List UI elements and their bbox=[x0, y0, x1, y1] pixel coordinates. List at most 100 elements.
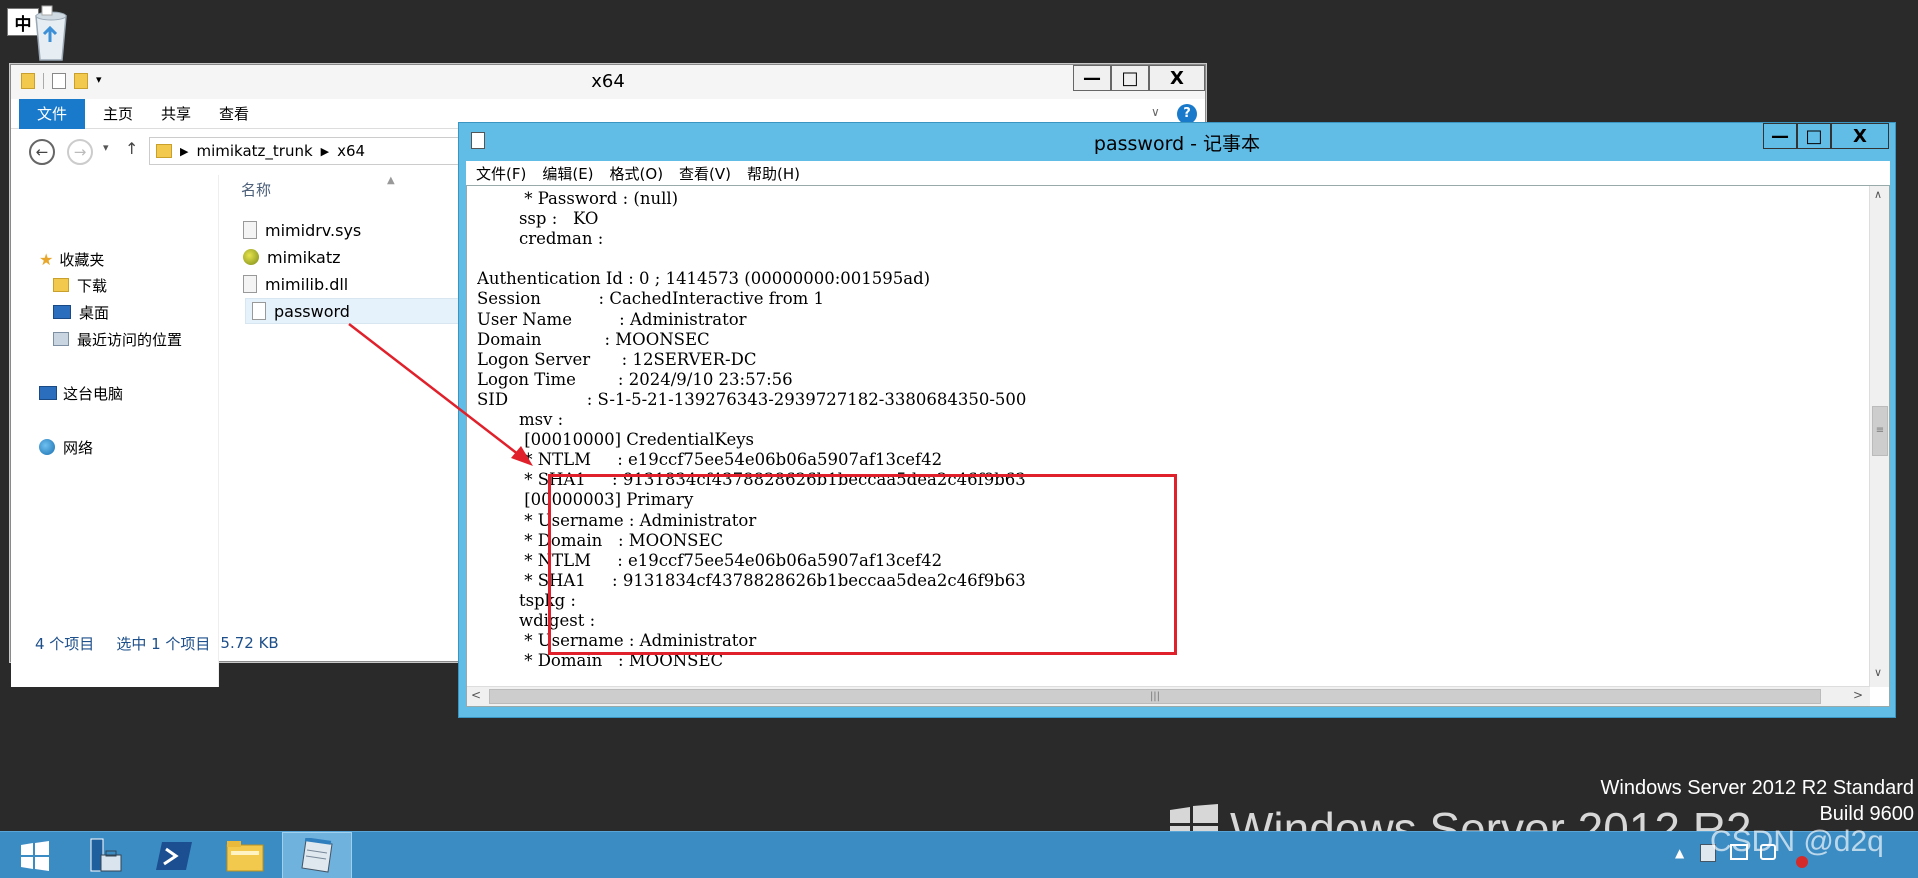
maximize-button[interactable]: □ bbox=[1797, 123, 1831, 149]
menu-file[interactable]: 文件(F) bbox=[476, 163, 526, 184]
text-line: * Password : (null) bbox=[477, 189, 679, 208]
text-line: ssp : KO bbox=[477, 209, 599, 229]
minimize-button[interactable]: — bbox=[1073, 65, 1111, 91]
forward-button[interactable]: → bbox=[67, 139, 93, 165]
scroll-down-icon[interactable]: ∨ bbox=[1874, 666, 1882, 679]
ribbon-expand-icon[interactable]: ∨ bbox=[1151, 105, 1160, 119]
menu-view[interactable]: 查看(V) bbox=[679, 163, 731, 184]
scroll-thumb[interactable]: ||| bbox=[489, 689, 1821, 704]
recent-locations-icon[interactable]: ▾ bbox=[103, 141, 109, 154]
status-selection: 选中 1 个项目 bbox=[116, 634, 211, 653]
tab-view[interactable]: 查看 bbox=[207, 99, 261, 129]
nav-label: 桌面 bbox=[79, 303, 110, 322]
annotation-arrow bbox=[348, 323, 533, 466]
start-icon bbox=[21, 840, 49, 871]
nav-label: 收藏夹 bbox=[59, 250, 105, 269]
text-line: Logon Server : 12SERVER-DC bbox=[477, 349, 757, 369]
notepad-icon bbox=[301, 837, 333, 873]
menu-help[interactable]: 帮助(H) bbox=[747, 163, 800, 184]
nav-this-pc[interactable]: 这台电脑 bbox=[39, 381, 123, 405]
mimikatz-exe-icon bbox=[243, 249, 259, 265]
csdn-watermark: CSDN @d2q bbox=[1710, 825, 1884, 858]
taskbar-server-manager[interactable] bbox=[70, 832, 140, 878]
start-button[interactable] bbox=[0, 832, 70, 878]
edition-text: Windows Server 2012 R2 Standard bbox=[1600, 777, 1915, 799]
scroll-up-icon[interactable]: ∧ bbox=[1874, 188, 1882, 201]
text-line: User Name : Administrator bbox=[477, 309, 747, 329]
server-manager-icon bbox=[90, 838, 122, 871]
recycle-bin-icon[interactable] bbox=[30, 4, 72, 62]
navigation-pane: ★ 收藏夹 下载 桌面 最近访问的位置 这台电脑 网络 bbox=[11, 175, 219, 687]
taskbar-powershell[interactable] bbox=[140, 832, 210, 878]
list-item[interactable]: mimikatz bbox=[243, 244, 341, 270]
back-button[interactable]: ← bbox=[29, 139, 55, 165]
horizontal-scrollbar[interactable]: < ||| > bbox=[467, 686, 1870, 706]
tab-home[interactable]: 主页 bbox=[91, 99, 145, 129]
status-item-count: 4 个项目 bbox=[35, 634, 95, 653]
help-icon[interactable]: ? bbox=[1177, 104, 1197, 124]
breadcrumb-mimikatz-trunk[interactable]: mimikatz_trunk bbox=[196, 142, 312, 160]
nav-label: 这台电脑 bbox=[63, 384, 124, 403]
list-item[interactable]: mimilib.dll bbox=[243, 271, 348, 297]
text-line bbox=[477, 249, 1862, 269]
file-name: mimidrv.sys bbox=[265, 220, 362, 240]
taskbar-notepad[interactable] bbox=[282, 832, 352, 878]
menu-edit[interactable]: 编辑(E) bbox=[542, 163, 593, 184]
menu-bar: 文件(F) 编辑(E) 格式(O) 查看(V) 帮助(H) bbox=[466, 161, 1890, 185]
vertical-scrollbar[interactable]: ∧ ≡ ∨ bbox=[1869, 186, 1889, 687]
text-line: Logon Time : 2024/9/10 23:57:56 bbox=[477, 369, 793, 389]
nav-recent-places[interactable]: 最近访问的位置 bbox=[53, 327, 182, 351]
text-editor[interactable]: * Password : (null) ssp : KO credman : A… bbox=[466, 185, 1890, 707]
powershell-icon bbox=[156, 841, 192, 870]
explorer-titlebar[interactable]: ▾ x64 — □ X bbox=[11, 65, 1205, 99]
nav-desktop[interactable]: 桌面 bbox=[53, 300, 109, 324]
text-file-icon bbox=[252, 302, 266, 320]
recent-places-icon bbox=[53, 332, 69, 346]
text-line: SID : S-1-5-21-139276343-2939727182-3380… bbox=[477, 389, 1027, 409]
scroll-thumb[interactable]: ≡ bbox=[1872, 406, 1888, 456]
chevron-right-icon: ▶ bbox=[180, 144, 189, 158]
nav-downloads[interactable]: 下载 bbox=[53, 273, 107, 297]
sort-ascending-icon: ▲ bbox=[387, 175, 395, 186]
downloads-folder-icon bbox=[53, 278, 69, 292]
column-header-name[interactable]: 名称 ▲ bbox=[229, 175, 449, 203]
star-icon: ★ bbox=[39, 249, 54, 269]
text-line: [00010000] CredentialKeys bbox=[477, 430, 754, 450]
chevron-right-icon: ▶ bbox=[320, 144, 330, 158]
scroll-left-icon[interactable]: < bbox=[471, 688, 481, 702]
text-line: Domain : MOONSEC bbox=[477, 329, 710, 349]
maximize-button[interactable]: □ bbox=[1111, 65, 1149, 91]
file-name: password bbox=[274, 301, 350, 321]
tab-file[interactable]: 文件 bbox=[19, 99, 86, 129]
up-button[interactable]: ↑ bbox=[125, 139, 138, 158]
nav-network[interactable]: 网络 bbox=[39, 435, 93, 459]
sys-file-icon bbox=[243, 221, 257, 239]
file-name: mimikatz bbox=[267, 247, 341, 267]
menu-format[interactable]: 格式(O) bbox=[610, 163, 664, 184]
minimize-button[interactable]: — bbox=[1763, 123, 1797, 149]
close-button[interactable]: X bbox=[1831, 123, 1889, 149]
taskbar: ▲ bbox=[0, 831, 1918, 878]
notepad-window[interactable]: password - 记事本 — □ X 文件(F) 编辑(E) 格式(O) 查… bbox=[458, 122, 1896, 718]
close-button[interactable]: X bbox=[1149, 65, 1205, 91]
text-line: * NTLM : e19ccf75ee54e06b06a5907af13cef4… bbox=[477, 450, 943, 470]
window-title: x64 bbox=[591, 71, 625, 92]
tab-share[interactable]: 共享 bbox=[149, 99, 203, 129]
computer-icon bbox=[39, 386, 57, 400]
nav-favorites[interactable]: ★ 收藏夹 bbox=[39, 247, 104, 271]
nav-label: 最近访问的位置 bbox=[77, 330, 183, 349]
show-hidden-icons-icon[interactable]: ▲ bbox=[1675, 846, 1684, 860]
folder-icon bbox=[156, 144, 172, 158]
scroll-right-icon[interactable]: > bbox=[1853, 688, 1863, 702]
taskbar-file-explorer[interactable] bbox=[210, 832, 280, 878]
text-line: msv : bbox=[477, 410, 564, 430]
file-explorer-icon bbox=[226, 840, 264, 871]
status-size: 5.72 KB bbox=[220, 634, 279, 652]
nav-label: 网络 bbox=[63, 438, 94, 457]
breadcrumb-x64[interactable]: x64 bbox=[337, 142, 365, 160]
highlight-box bbox=[548, 474, 1177, 655]
list-item[interactable]: mimidrv.sys bbox=[243, 217, 361, 243]
network-icon bbox=[39, 439, 55, 455]
watermark-edition: Windows Server 2012 R2 Standard Build 96… bbox=[1601, 775, 1915, 827]
desktop-icon bbox=[53, 305, 71, 319]
